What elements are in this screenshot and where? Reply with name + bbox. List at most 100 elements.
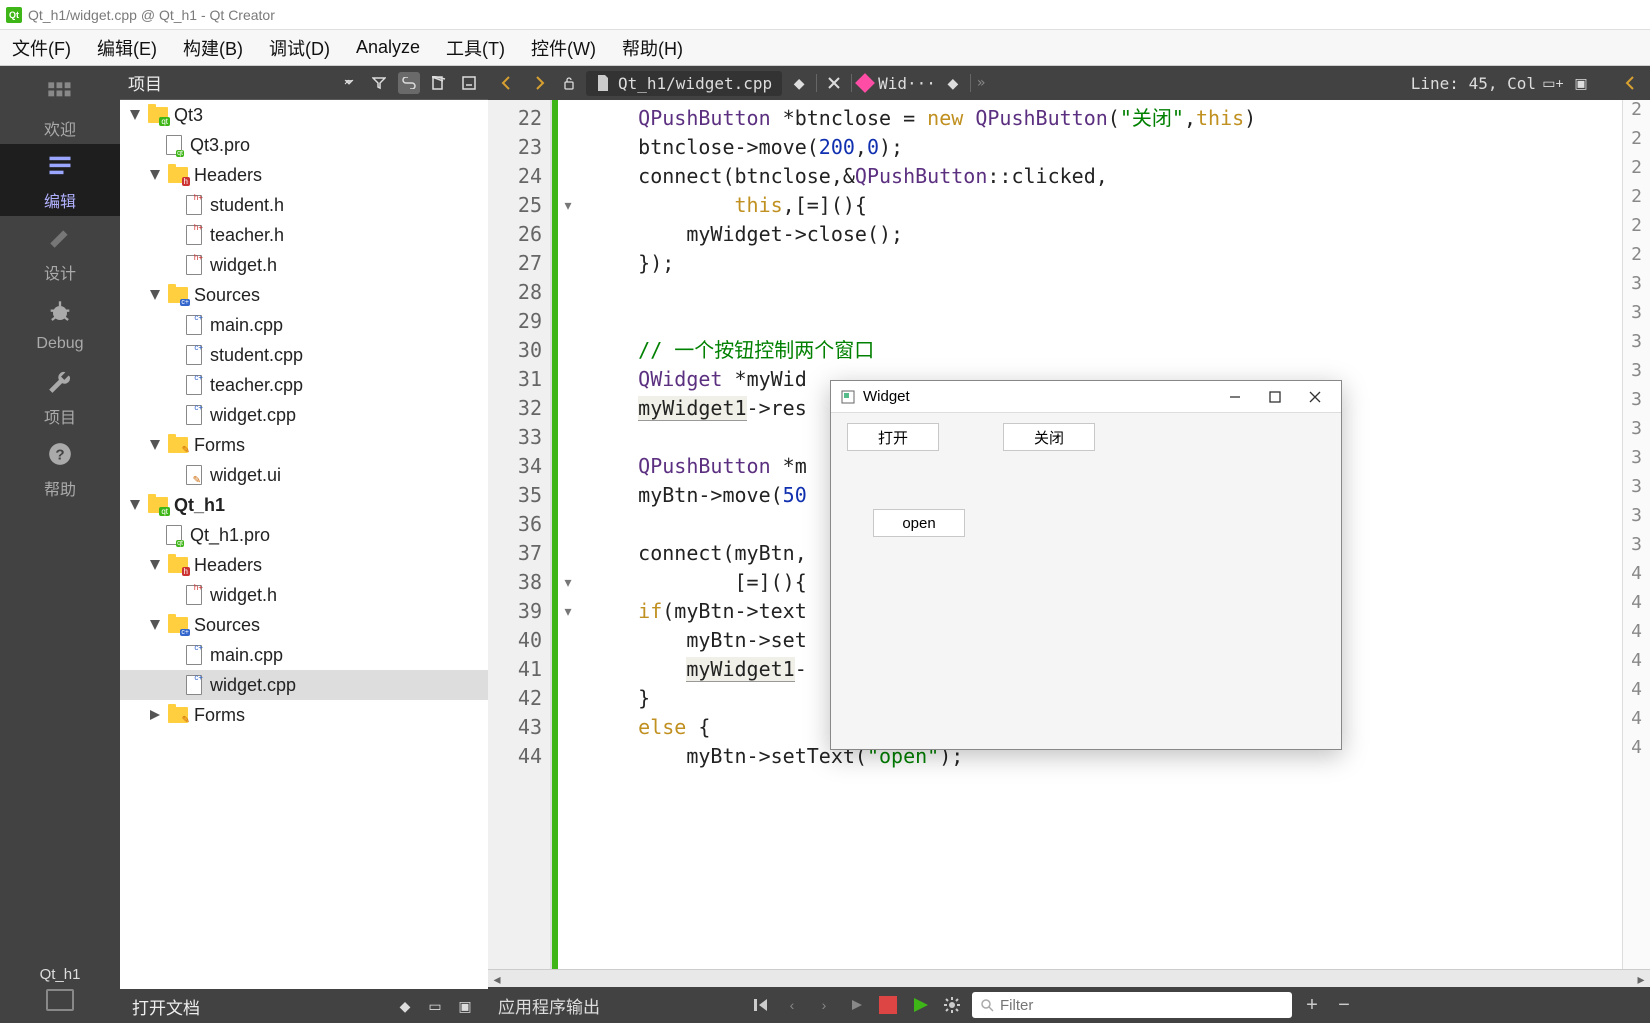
project-header-title: 项目 [128,70,330,95]
stop-button[interactable] [876,993,900,1017]
output-bar: 应用程序输出 ‹ › + − [488,987,1650,1023]
filter-icon[interactable] [368,72,390,94]
filter-input[interactable] [1000,997,1284,1014]
mode-project[interactable]: 项目 [0,360,120,432]
child-close-button[interactable]: 关闭 [1003,423,1095,451]
add-output-icon[interactable]: + [1300,993,1324,1017]
link-icon[interactable] [398,72,420,94]
tree-widgetcpp[interactable]: widget.cpp [120,400,488,430]
mode-debug[interactable]: Debug [0,288,120,360]
file-crumb[interactable]: Qt_h1/widget.cpp [586,71,782,96]
editor-toolbar: Qt_h1/widget.cpp ◆ Wid··· ◆ » Line: 45, … [488,66,1650,100]
docs-dropdown-icon[interactable]: ◆ [394,995,416,1017]
tree-widgeth2[interactable]: widget.h [120,580,488,610]
collapse-icon[interactable] [458,72,480,94]
docs-collapse-icon[interactable]: ▣ [454,995,476,1017]
nav-back-icon[interactable] [494,70,520,96]
filter-box[interactable] [972,992,1292,1018]
fold-column[interactable]: ▾▾▾ [558,100,578,969]
dropdown-icon[interactable] [338,72,360,94]
mode-design-label: 设计 [44,260,76,284]
minimap[interactable]: 22222233333333334444444 [1622,100,1650,969]
tree-headers[interactable]: Headers [120,160,488,190]
menu-widgets[interactable]: 控件(W) [531,35,596,61]
tree-sources[interactable]: Sources [120,280,488,310]
file-dropdown-icon[interactable]: ◆ [788,72,810,94]
next-icon[interactable]: › [812,993,836,1017]
file-icon [596,75,610,91]
mode-project-label: 项目 [44,404,76,428]
mode-welcome[interactable]: 欢迎 [0,72,120,144]
tree-teachercpp[interactable]: teacher.cpp [120,370,488,400]
symbol-dropdown[interactable]: Wid··· [878,74,936,93]
app-icon [841,390,855,404]
tree-qth1pro[interactable]: Qt_h1.pro [120,520,488,550]
child-open-button[interactable]: 打开 [847,423,939,451]
symbol-updown-icon[interactable]: ◆ [942,72,964,94]
nav-left-pane-icon[interactable] [1618,70,1644,96]
qt-logo-icon: Qt [6,7,22,23]
close-file-icon[interactable] [823,72,845,94]
split-add-icon[interactable]: ▭+ [1542,72,1564,94]
tree-widgeth[interactable]: widget.h [120,250,488,280]
menu-bar: 文件(F) 编辑(E) 构建(B) 调试(D) Analyze 工具(T) 控件… [0,30,1650,66]
tree-studentcpp[interactable]: student.cpp [120,340,488,370]
wrench-icon [42,364,78,400]
edit-icon [42,148,78,184]
minimize-icon[interactable] [1219,385,1251,409]
play-button[interactable] [908,993,932,1017]
tree-maincpp[interactable]: main.cpp [120,310,488,340]
lock-icon[interactable] [558,72,580,94]
scroll-left-icon[interactable]: ◂ [488,970,506,988]
open-docs-header: 打开文档 ◆ ▭ ▣ [120,989,488,1023]
mode-help[interactable]: ? 帮助 [0,432,120,504]
window-title: Qt_h1/widget.cpp @ Qt_h1 - Qt Creator [28,7,275,23]
add-split-icon[interactable] [428,72,450,94]
mode-welcome-label: 欢迎 [44,116,76,140]
scroll-right-icon[interactable]: ▸ [1632,970,1650,988]
tree-widgetcpp2[interactable]: widget.cpp [120,670,488,700]
child-titlebar[interactable]: Widget [831,381,1341,413]
tree-sources2[interactable]: Sources [120,610,488,640]
close-icon[interactable] [1299,385,1331,409]
child-open-en-button[interactable]: open [873,509,965,537]
maximize-icon[interactable] [1259,385,1291,409]
menu-file[interactable]: 文件(F) [12,35,71,61]
menu-debug[interactable]: 调试(D) [269,35,330,61]
mode-design[interactable]: 设计 [0,216,120,288]
menu-tools[interactable]: 工具(T) [446,35,505,61]
project-header: 项目 [120,66,488,100]
tree-studenth[interactable]: student.h [120,190,488,220]
project-tree[interactable]: Qt3 Qt3.pro Headers student.h teacher.h … [120,100,488,989]
tree-maincpp2[interactable]: main.cpp [120,640,488,670]
tree-qth1[interactable]: Qt_h1 [120,490,488,520]
nav-fwd-icon[interactable] [526,70,552,96]
tree-qt3[interactable]: Qt3 [120,100,488,130]
docs-split-icon[interactable]: ▭ [424,995,446,1017]
child-window[interactable]: Widget 打开 关闭 open [830,380,1342,750]
tree-forms2[interactable]: Forms [120,700,488,730]
horizontal-scrollbar[interactable]: ◂ ▸ [488,969,1650,987]
menu-help[interactable]: 帮助(H) [622,35,683,61]
tree-teacherh[interactable]: teacher.h [120,220,488,250]
tree-qt3pro[interactable]: Qt3.pro [120,130,488,160]
menu-analyze[interactable]: Analyze [356,37,420,58]
minimize-output-icon[interactable]: − [1332,993,1356,1017]
open-docs-title: 打开文档 [132,994,386,1019]
menu-edit[interactable]: 编辑(E) [97,35,157,61]
split-collapse-icon[interactable]: ▣ [1570,72,1592,94]
run-small-icon[interactable] [844,993,868,1017]
tree-widgetui[interactable]: widget.ui [120,460,488,490]
child-title: Widget [863,388,1211,405]
tree-headers2[interactable]: Headers [120,550,488,580]
settings-icon[interactable] [940,993,964,1017]
tree-forms[interactable]: Forms [120,430,488,460]
menu-build[interactable]: 构建(B) [183,35,243,61]
step-icon[interactable] [748,993,772,1017]
file-path: Qt_h1/widget.cpp [618,74,772,93]
mode-edit[interactable]: 编辑 [0,144,120,216]
mode-help-label: 帮助 [44,476,76,500]
help-icon: ? [42,436,78,472]
kit-selector[interactable]: Qt_h1 [0,958,120,1023]
prev-icon[interactable]: ‹ [780,993,804,1017]
